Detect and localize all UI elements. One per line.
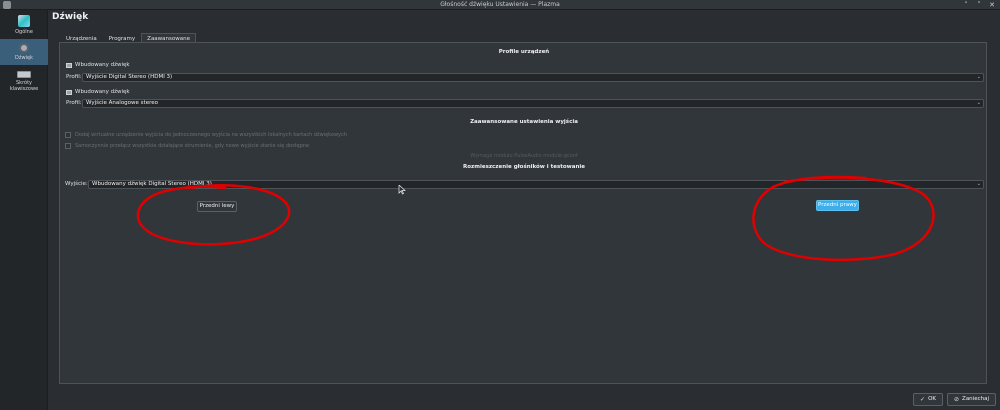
profile-combo[interactable]: Wyjście Analogowe stereo ⌄ xyxy=(82,99,984,108)
window-controls: ˄ ˅ ✕ xyxy=(962,0,996,10)
check-icon: ✓ xyxy=(920,396,926,403)
keyboard-icon xyxy=(17,71,31,78)
soundcard-icon xyxy=(66,62,72,68)
output-label: Wyjście: xyxy=(65,181,88,187)
sidebar-item-label: Dźwięk xyxy=(15,55,33,61)
checkbox[interactable] xyxy=(65,143,71,149)
mouse-cursor-icon xyxy=(398,185,406,195)
chevron-down-icon: ⌄ xyxy=(976,100,981,106)
checkbox[interactable] xyxy=(65,132,71,138)
profile-label: Profil: xyxy=(66,100,82,106)
minimize-button[interactable]: ˄ xyxy=(962,0,970,10)
dialog-buttons: ✓ OK ⊘ Zaniechaj xyxy=(913,393,996,406)
close-button[interactable]: ✕ xyxy=(988,0,996,10)
chevron-down-icon: ⌄ xyxy=(976,181,981,187)
advanced-output-heading: Zaawansowane ustawienia wyjścia xyxy=(470,119,578,125)
cancel-button[interactable]: ⊘ Zaniechaj xyxy=(947,393,996,406)
chevron-down-icon: ⌄ xyxy=(976,74,981,80)
front-right-speaker-button[interactable]: Przedni prawy xyxy=(816,200,859,211)
page-title: Dźwięk xyxy=(52,12,89,22)
front-left-speaker-button[interactable]: Przedni lewy xyxy=(197,201,237,212)
combine-sinks-option[interactable]: Dodaj wirtualne urządzenie wyjścia do je… xyxy=(65,132,347,138)
switch-streams-option[interactable]: Samoczynnie przełącz wszystkie działając… xyxy=(65,143,309,149)
advanced-panel: Profile urządzeń Wbudowany dźwięk Profil… xyxy=(59,42,987,384)
cancel-icon: ⊘ xyxy=(954,396,960,403)
sidebar-item-label: Skróty klawiszowe xyxy=(9,80,39,92)
profile-label: Profil: xyxy=(66,74,82,80)
sidebar-item-shortcuts[interactable]: Skróty klawiszowe xyxy=(0,68,48,98)
sidebar-item-sound[interactable]: Dźwięk xyxy=(0,39,48,65)
sidebar: Ogólne Dźwięk Skróty klawiszowe xyxy=(0,10,48,410)
maximize-button[interactable]: ˅ xyxy=(975,0,983,10)
device-label: Wbudowany dźwięk xyxy=(66,89,130,95)
output-combo[interactable]: Wbudowany dźwięk Digital Stereo (HDMI 3)… xyxy=(88,180,984,189)
sidebar-item-label: Ogólne xyxy=(15,29,33,35)
sidebar-item-general[interactable]: Ogólne xyxy=(0,12,48,38)
speaker-placement-heading: Rozmieszczenie głośników i testowanie xyxy=(463,164,585,170)
profiles-heading: Profile urządzeń xyxy=(498,49,550,55)
settings-general-icon xyxy=(18,15,30,27)
window-titlebar: Głośność dźwięku Ustawienia — Plazma ˄ ˅… xyxy=(0,0,1000,10)
device-label: Wbudowany dźwięk xyxy=(66,62,130,68)
gconf-hint: Wymaga modułu PulseAudio module-gconf xyxy=(470,153,578,159)
ok-button[interactable]: ✓ OK xyxy=(913,393,944,406)
window-title: Głośność dźwięku Ustawienia — Plazma xyxy=(440,1,560,8)
speaker-icon xyxy=(19,43,29,53)
profile-combo[interactable]: Wyjście Digital Stereo (HDMI 3) ⌄ xyxy=(82,73,984,82)
soundcard-icon xyxy=(66,89,72,95)
